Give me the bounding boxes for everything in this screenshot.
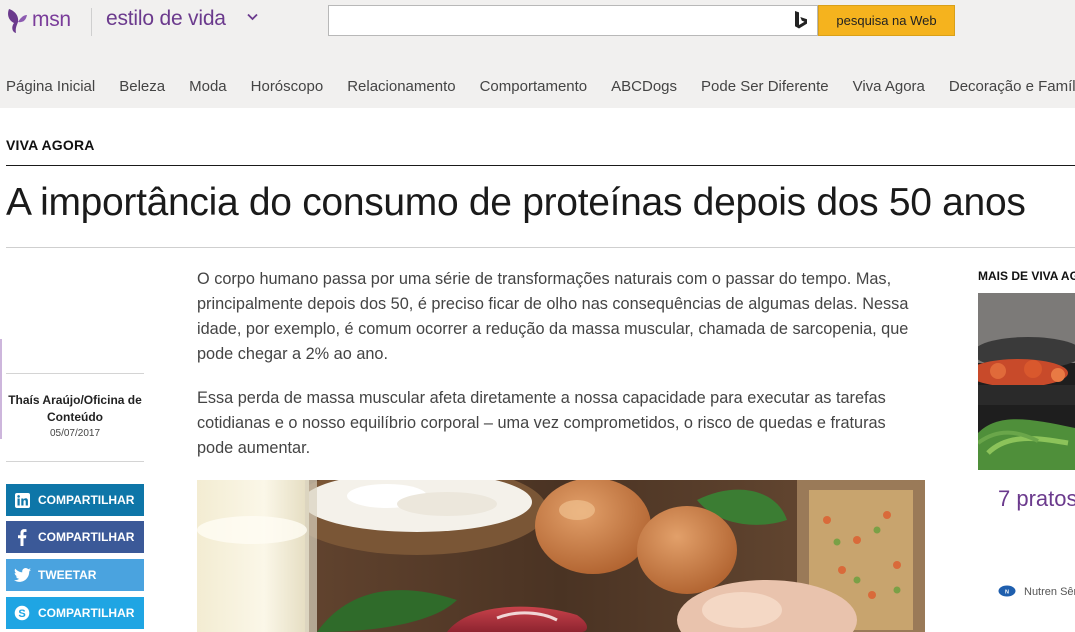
svg-text:N: N [1005, 589, 1009, 595]
share-linkedin-label: COMPARTILHAR [38, 493, 135, 507]
nav-item-decoracao-e-familia[interactable]: Decoração e Família [949, 78, 1075, 98]
facebook-icon [6, 521, 38, 553]
kicker-divider [6, 165, 1075, 166]
site-header: msn estilo de vida pesquisa na Web Págin… [0, 0, 1075, 108]
publish-date: 05/07/2017 [49, 428, 101, 439]
share-skype-label: COMPARTILHAR [38, 606, 135, 620]
share-twitter-button[interactable]: TWEETAR [6, 559, 144, 591]
web-search-button[interactable]: pesquisa na Web [818, 5, 955, 36]
nav-item-abcdogs[interactable]: ABCDogs [611, 78, 677, 98]
share-skype-button[interactable]: S COMPARTILHAR [6, 597, 144, 629]
article-headline: A importância do consumo de proteínas de… [6, 181, 1026, 224]
share-twitter-label: TWEETAR [38, 568, 97, 582]
section-name[interactable]: estilo de vida [106, 7, 226, 31]
article-paragraph: O corpo humano passa por uma série de tr… [197, 270, 909, 363]
nutren-logo-icon: N [998, 585, 1016, 597]
article-kicker[interactable]: VIVA AGORA [6, 137, 95, 153]
rail-section-title[interactable]: MAIS DE VIVA AGORA [978, 269, 1075, 283]
author-accent-bar [0, 339, 2, 439]
header-divider [91, 8, 92, 36]
logo-text: msn [32, 8, 71, 31]
share-facebook-label: COMPARTILHAR [38, 530, 135, 544]
nav-item-beleza[interactable]: Beleza [119, 78, 165, 98]
msn-logo[interactable]: msn [6, 6, 71, 34]
author-top-divider [6, 373, 144, 374]
article-hero-image [197, 480, 925, 632]
nav-item-comportamento[interactable]: Comportamento [480, 78, 588, 98]
twitter-icon [6, 559, 38, 591]
search-input[interactable] [328, 5, 818, 36]
nav-item-pode-ser-diferente[interactable]: Pode Ser Diferente [701, 78, 829, 98]
rail-article-headline[interactable]: 7 pratos festeiros amigos [998, 484, 1075, 513]
author-name: Thaís Araújo/Oficina de Conteúdo [8, 393, 142, 424]
skype-icon: S [6, 597, 38, 629]
author-bottom-divider [6, 461, 144, 462]
nav-item-viva-agora[interactable]: Viva Agora [853, 78, 925, 98]
chevron-down-icon[interactable] [247, 13, 258, 21]
linkedin-icon [6, 484, 38, 516]
article-paragraph: Essa perda de massa muscular afeta diret… [197, 389, 886, 457]
share-facebook-button[interactable]: COMPARTILHAR [6, 521, 144, 553]
nav-item-relacionamento[interactable]: Relacionamento [347, 78, 455, 98]
nav-item-horoscopo[interactable]: Horóscopo [251, 78, 324, 98]
nav-item-moda[interactable]: Moda [189, 78, 227, 98]
nav-item-pagina-inicial[interactable]: Página Inicial [6, 78, 95, 98]
msn-butterfly-icon [8, 9, 27, 33]
rail-article-image[interactable] [978, 293, 1075, 470]
headline-divider [6, 247, 1075, 248]
svg-text:S: S [18, 608, 25, 620]
main-nav: Página Inicial Beleza Moda Horóscopo Rel… [0, 78, 1075, 98]
share-linkedin-button[interactable]: COMPARTILHAR [6, 484, 144, 516]
rail-article-source: Nutren Sênior [1024, 586, 1075, 598]
bing-icon[interactable] [793, 10, 809, 31]
